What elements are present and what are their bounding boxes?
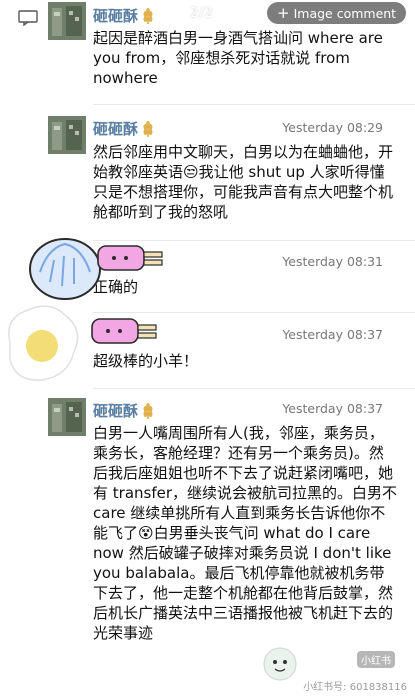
sender-name-text: 砸砸酥 bbox=[93, 402, 139, 420]
avatar[interactable] bbox=[48, 2, 86, 40]
timestamp: Yesterday 08:37 bbox=[282, 401, 383, 416]
sheep-popsicle-sticker-icon bbox=[97, 245, 163, 271]
sender-name-text: 砸砸酥 bbox=[93, 7, 139, 25]
sender-name[interactable]: 砸砸酥 bbox=[93, 118, 155, 139]
watermark: 小红书号: 601838116 bbox=[303, 682, 407, 693]
image-comment-label: Image comment bbox=[293, 5, 397, 21]
message-text: 起因是醉酒白男一身酒气搭讪问 where are you from，邻座想杀死对… bbox=[93, 29, 383, 87]
comment-icon[interactable] bbox=[18, 10, 38, 26]
brand-badge: 小红书 bbox=[357, 651, 395, 668]
sheep-popsicle-sticker-icon-2 bbox=[91, 318, 157, 344]
wheat-badge-icon bbox=[143, 120, 153, 137]
shell-sticker-icon bbox=[29, 238, 101, 300]
message-text: 正确的 bbox=[93, 278, 139, 296]
cat-sticker-icon bbox=[263, 647, 297, 681]
timestamp: Yesterday 08:29 bbox=[282, 120, 383, 135]
divider bbox=[93, 388, 415, 389]
message-text: 超级棒的小羊！ bbox=[93, 352, 199, 370]
avatar[interactable] bbox=[48, 398, 86, 436]
page-indicator: 2/2 bbox=[190, 6, 214, 21]
wheat-badge-icon bbox=[143, 7, 153, 24]
image-comment-button[interactable]: + Image comment bbox=[267, 2, 407, 24]
avatar[interactable] bbox=[48, 116, 86, 154]
timestamp: Yesterday 08:37 bbox=[282, 327, 383, 342]
sender-name[interactable]: 砸砸酥 bbox=[93, 400, 155, 421]
message-text: 然后邻座用中文聊天，白男以为在蛐蛐他，开始教邻座英语😒我让他 shut up 人… bbox=[93, 143, 394, 221]
wheat-badge-icon bbox=[143, 402, 153, 419]
divider bbox=[93, 104, 415, 105]
timestamp: Yesterday 08:31 bbox=[282, 254, 383, 269]
sender-name-text: 砸砸酥 bbox=[93, 120, 139, 138]
sender-name[interactable]: 砸砸酥 bbox=[93, 5, 155, 26]
plus-icon: + bbox=[277, 3, 290, 22]
fried-egg-sticker-icon bbox=[8, 305, 79, 381]
message-text: 白男一人嘴周围所有人(我，邻座，乘务员，乘务长，客舱经理？还有另一个乘务员)。然… bbox=[93, 424, 398, 642]
